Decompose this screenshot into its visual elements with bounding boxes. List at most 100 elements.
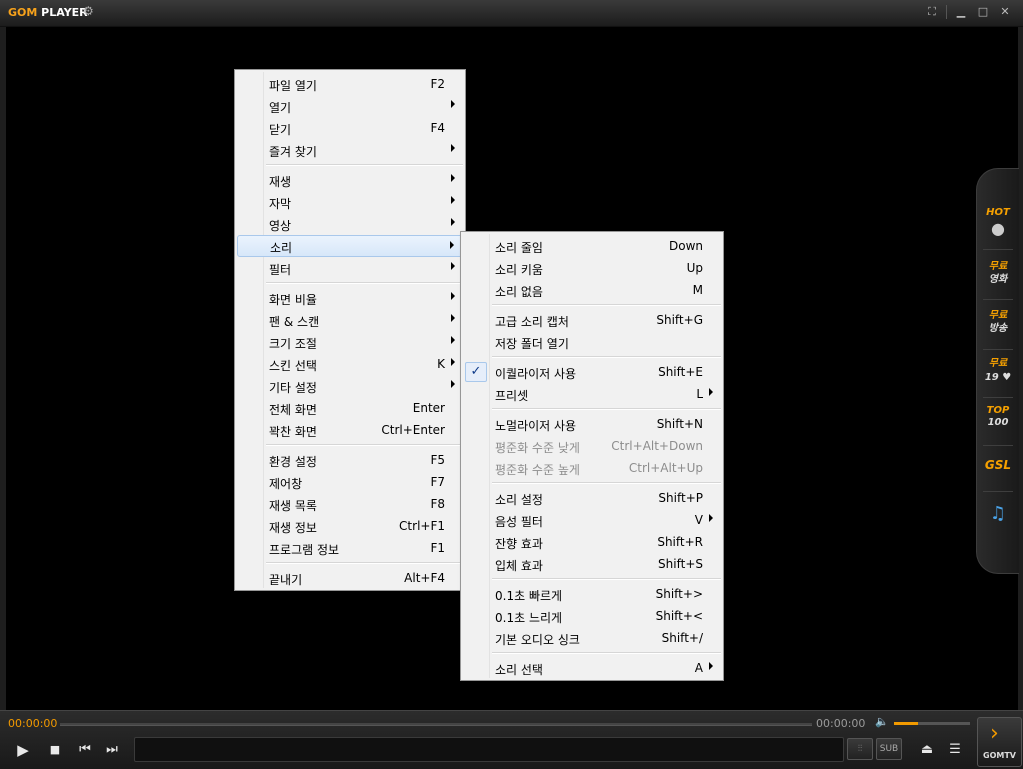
menu-item-label: 파일 열기 xyxy=(269,79,317,93)
menu-item-16[interactable]: 0.1초 느리게 Shift+< xyxy=(463,605,721,627)
close-icon[interactable]: ✕ xyxy=(997,5,1013,19)
menu-separator xyxy=(266,444,463,446)
menu-separator xyxy=(266,282,463,284)
menu-item-3[interactable]: 닫기 F4 xyxy=(237,117,463,139)
menu-item-label: 필터 xyxy=(269,263,292,277)
volume-fill xyxy=(894,722,919,725)
menu-item-3[interactable]: 소리 없음 M xyxy=(463,279,721,301)
menu-item-15[interactable]: 전체 화면 Enter xyxy=(237,397,463,419)
menu-item-label: 전체 화면 xyxy=(269,403,317,417)
menu-item-label: 프리셋 xyxy=(495,389,529,403)
menu-item-shortcut: Alt+F4 xyxy=(404,571,445,585)
menu-item-8[interactable]: 소리 xyxy=(237,235,463,257)
next-icon[interactable]: ⏭ xyxy=(103,742,121,760)
maximize-icon[interactable]: □ xyxy=(975,5,991,19)
menu-item-14[interactable]: 기타 설정 xyxy=(237,375,463,397)
menu-item-7[interactable]: 프리셋 L xyxy=(463,383,721,405)
music-note-icon[interactable]: ♫ xyxy=(977,503,1019,525)
menu-item-label: 소리 줄임 xyxy=(495,241,543,255)
sound-submenu: 소리 줄임 Down 소리 키움 Up 소리 없음 M 고급 소리 캡처 Shift+G 저장 … xyxy=(460,231,724,681)
menu-item-5[interactable]: 재생 xyxy=(237,169,463,191)
menu-item-4[interactable]: 즐겨 찾기 xyxy=(237,139,463,161)
free-movie-button[interactable]: 무료 xyxy=(977,261,1019,273)
submenu-arrow-icon xyxy=(450,241,454,249)
menu-icon[interactable]: ☰ xyxy=(946,742,964,760)
menu-item-22[interactable]: 끝내기 Alt+F4 xyxy=(237,567,463,589)
menu-item-18[interactable]: 소리 선택 A xyxy=(463,657,721,679)
menu-item-21[interactable]: 프로그램 정보 F1 xyxy=(237,537,463,559)
menu-item-label: 재생 목록 xyxy=(269,499,317,513)
submenu-arrow-icon xyxy=(451,314,455,322)
heart-icon: ♥ xyxy=(1002,372,1012,383)
menu-item-1[interactable]: 파일 열기 F2 xyxy=(237,73,463,95)
menu-item-2[interactable]: 열기 xyxy=(237,95,463,117)
submenu-arrow-icon xyxy=(451,218,455,226)
menu-item-17[interactable]: 기본 오디오 싱크 Shift+/ xyxy=(463,627,721,649)
menu-item-14[interactable]: 입체 효과 Shift+S xyxy=(463,553,721,575)
menu-item-20[interactable]: 재생 정보 Ctrl+F1 xyxy=(237,515,463,537)
gsl-logo[interactable]: GSL xyxy=(977,459,1019,471)
menu-item-6[interactable]: ✓ 이퀄라이저 사용 Shift+E xyxy=(463,361,721,383)
menu-item-13[interactable]: 스킨 선택 K xyxy=(237,353,463,375)
hot-button[interactable]: HOT xyxy=(977,207,1019,219)
gear-icon[interactable]: ⚙ xyxy=(83,5,95,17)
menu-item-12[interactable]: 음성 필터 V xyxy=(463,509,721,531)
submenu-arrow-icon xyxy=(709,662,713,670)
menu-separator xyxy=(492,578,721,580)
menu-item-1[interactable]: 소리 줄임 Down xyxy=(463,235,721,257)
menu-item-9[interactable]: 필터 xyxy=(237,257,463,279)
menu-item-label: 소리 설정 xyxy=(495,493,543,507)
menu-item-16[interactable]: 꽉찬 화면 Ctrl+Enter xyxy=(237,419,463,441)
menu-item-13[interactable]: 잔향 효과 Shift+R xyxy=(463,531,721,553)
context-menu: 파일 열기 F2 열기닫기 F4 즐겨 찾기재생 자막 영상 소리필터화면 비율 팬 & 스캔크… xyxy=(234,69,466,591)
menu-item-11[interactable]: 팬 & 스캔 xyxy=(237,309,463,331)
menu-item-shortcut: Up xyxy=(686,261,703,275)
menu-item-label: 고급 소리 캡처 xyxy=(495,315,569,329)
menu-item-11[interactable]: 소리 설정 Shift+P xyxy=(463,487,721,509)
menu-item-18[interactable]: 제어창 F7 xyxy=(237,471,463,493)
gomtv-button[interactable]: › GOMTV xyxy=(977,717,1022,767)
menu-item-6[interactable]: 자막 xyxy=(237,191,463,213)
menu-item-label: 스킨 선택 xyxy=(269,359,317,373)
menu-item-10[interactable]: 화면 비율 xyxy=(237,287,463,309)
free-19-button[interactable]: 무료 xyxy=(977,358,1019,370)
menu-item-19[interactable]: 재생 목록 F8 xyxy=(237,493,463,515)
speaker-icon[interactable]: 🔈 xyxy=(875,715,889,728)
menu-item-5[interactable]: 저장 폴더 열기 xyxy=(463,331,721,353)
menu-item-label: 소리 키움 xyxy=(495,263,543,277)
menu-item-2[interactable]: 소리 키움 Up xyxy=(463,257,721,279)
app-logo[interactable]: GOM PLAYER xyxy=(8,6,88,19)
submenu-arrow-icon xyxy=(451,292,455,300)
menu-item-shortcut: Shift+/ xyxy=(661,631,703,645)
equalizer-button[interactable]: ⫶⫶ xyxy=(847,738,873,760)
menu-item-15[interactable]: 0.1초 빠르게 Shift+> xyxy=(463,583,721,605)
seek-bar[interactable] xyxy=(60,723,812,726)
eject-icon[interactable]: ⏏ xyxy=(918,742,936,760)
menu-item-12[interactable]: 크기 조절 xyxy=(237,331,463,353)
menu-item-8[interactable]: 노멀라이저 사용 Shift+N xyxy=(463,413,721,435)
menu-item-shortcut: A xyxy=(694,661,703,675)
top100-button[interactable]: TOP xyxy=(977,405,1019,417)
equalizer-icon: ⫶⫶ xyxy=(857,744,863,754)
menu-item-label: 프로그램 정보 xyxy=(269,543,340,557)
fullscreen-icon[interactable]: ⛶ xyxy=(924,5,940,19)
subtitle-button[interactable]: SUB xyxy=(876,738,902,760)
play-icon[interactable]: ▶ xyxy=(14,742,32,760)
minimize-icon[interactable]: ▁ xyxy=(953,5,969,19)
stop-icon[interactable]: ■ xyxy=(46,742,64,760)
menu-item-17[interactable]: 환경 설정 F5 xyxy=(237,449,463,471)
free-broadcast-button[interactable]: 무료 xyxy=(977,310,1019,322)
menu-item-shortcut: Down xyxy=(668,239,703,253)
menu-item-shortcut: F4 xyxy=(430,121,445,135)
previous-icon[interactable]: ⏮ xyxy=(76,742,94,760)
menu-separator xyxy=(492,652,721,654)
menu-item-4[interactable]: 고급 소리 캡처 Shift+G xyxy=(463,309,721,331)
menu-item-7[interactable]: 영상 xyxy=(237,213,463,235)
menu-item-label: 입체 효과 xyxy=(495,559,543,573)
menu-item-label: 음성 필터 xyxy=(495,515,543,529)
menu-item-label: 크기 조절 xyxy=(269,337,317,351)
free-19-sublabel: 19 ♥ xyxy=(984,372,1012,383)
volume-slider[interactable] xyxy=(894,722,970,725)
submenu-arrow-icon xyxy=(451,196,455,204)
menu-item-label: 열기 xyxy=(269,101,292,115)
